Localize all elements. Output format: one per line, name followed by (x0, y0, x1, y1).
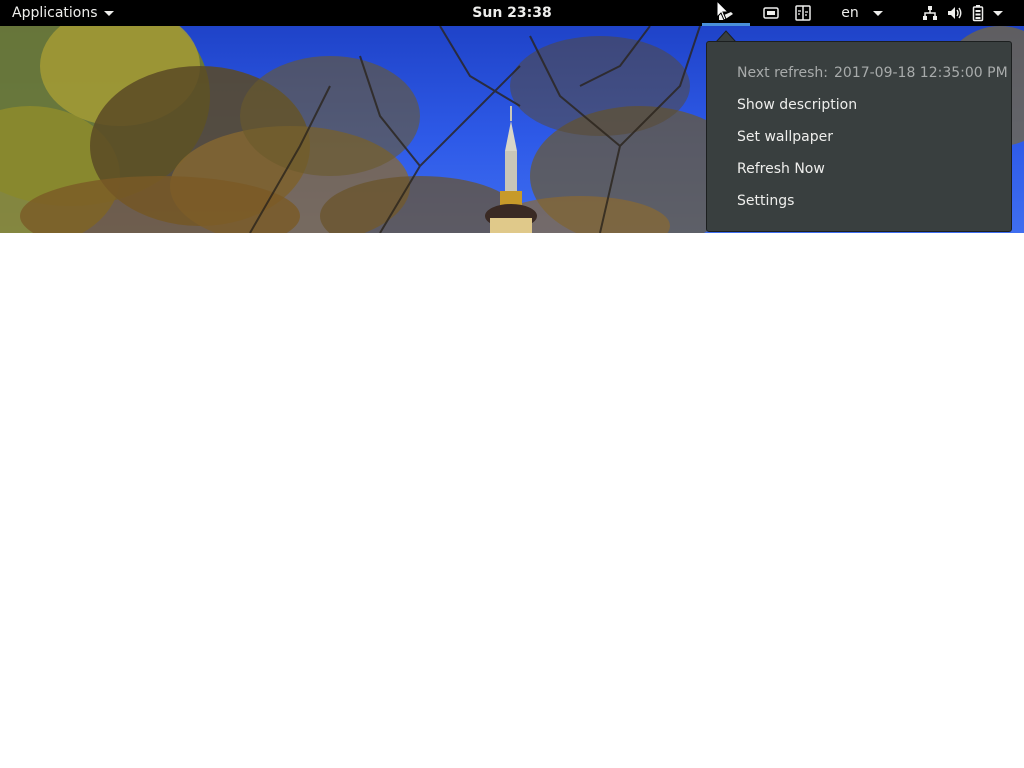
chevron-down-icon (992, 10, 1003, 16)
settings-item[interactable]: Settings (737, 189, 794, 213)
next-refresh-label: Next refresh: (737, 65, 828, 81)
battery-icon (972, 5, 983, 22)
desktop: Applications Sun 23:38 en Next refresh: … (0, 0, 1024, 768)
applications-menu-button[interactable]: Applications (0, 0, 126, 26)
split-screen-tray-button[interactable] (791, 0, 815, 26)
refresh-now-item[interactable]: Refresh Now (737, 157, 825, 181)
network-wired-icon (922, 6, 937, 20)
chevron-down-icon (103, 10, 114, 16)
bing-wallpaper-menu: Next refresh: 2017-09-18 12:35:00 PM Show… (706, 41, 1012, 232)
split-screen-icon (795, 5, 811, 21)
mouse-cursor-icon (716, 0, 730, 21)
clock-label[interactable]: Sun 23:38 (472, 5, 551, 21)
top-bar: Applications Sun 23:38 en (0, 0, 1024, 26)
set-wallpaper-item[interactable]: Set wallpaper (737, 125, 833, 149)
volume-icon (947, 7, 961, 19)
next-refresh-info: Next refresh: 2017-09-18 12:35:00 PM (737, 61, 1008, 85)
system-menu-button[interactable] (908, 0, 1016, 26)
next-refresh-value: 2017-09-18 12:35:00 PM (834, 65, 1008, 81)
show-description-item[interactable]: Show description (737, 93, 857, 117)
applications-label: Applications (12, 5, 98, 21)
screenshot-icon (763, 7, 779, 19)
keyboard-layout-button[interactable]: en (832, 0, 892, 26)
language-code: en (841, 5, 859, 21)
chevron-down-icon (872, 10, 883, 16)
screenshot-tray-button[interactable] (759, 0, 783, 26)
